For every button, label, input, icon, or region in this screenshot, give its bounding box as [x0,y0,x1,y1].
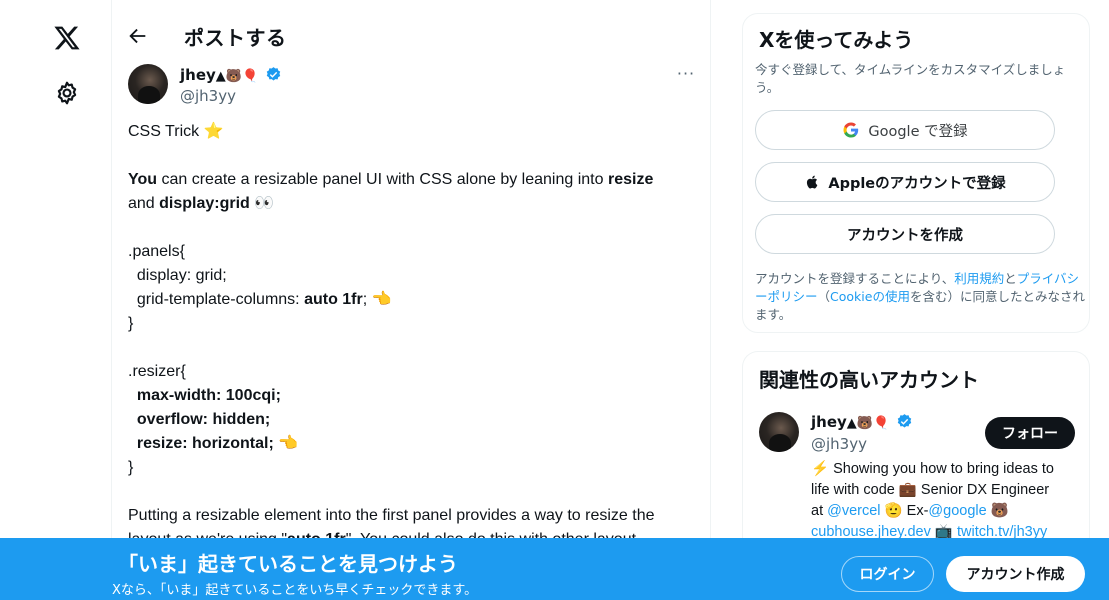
post-text-segment: ; 👈 [362,291,392,308]
post-text-segment: overflow: hidden; [128,411,271,428]
author-name-text: jhey [180,66,216,84]
post-text-segment: can create a resizable panel UI with CSS… [157,171,608,188]
post-text-segment: CSS Trick ⭐ [128,123,224,140]
more-options-icon[interactable]: ··· [675,64,697,86]
post-line: } [128,456,698,480]
x-logo-icon[interactable] [53,24,81,52]
post-text: CSS Trick ⭐ You can create a resizable pa… [128,120,698,552]
post-text-segment: Putting a resizable element into the fir… [128,507,655,524]
post-line: CSS Trick ⭐ [128,120,698,144]
recommend-card-title: 関連性の高いアカウント [759,368,979,392]
gear-icon[interactable] [54,80,80,106]
page-title: ポストする [184,26,287,50]
signup-card: Xを使ってみよう 今すぐ登録して、タイムラインをカスタマイズしましょう。 Goo… [742,13,1090,333]
signup-button[interactable]: アカウント作成 [946,556,1085,592]
post-text-segment: display:grid [159,195,250,212]
bio-ex: 🫡 Ex- [880,503,929,519]
create-account-button[interactable]: アカウントを作成 [755,214,1055,254]
vercel-link[interactable]: @vercel [827,503,880,519]
signup-card-title: Xを使ってみよう [759,28,914,52]
apple-signup-label: Appleのアカウントで登録 [828,175,1006,192]
back-arrow-icon[interactable] [127,25,149,47]
post-gap [128,144,698,168]
post-line: overflow: hidden; [128,408,698,432]
post-text-segment: You [128,171,158,188]
avatar[interactable] [128,64,168,104]
post-gap [128,336,698,360]
post-line: You can create a resizable panel UI with… [128,168,698,192]
apple-icon [807,175,818,189]
recommend-bio: ⚡ Showing you how to bring ideas to life… [811,459,1081,543]
post-text-segment: 👈 [273,435,299,452]
apple-signup-button[interactable]: Appleのアカウントで登録 [755,162,1055,202]
post-line: grid-template-columns: auto 1fr; 👈 [128,288,698,312]
post-line: Putting a resizable element into the fir… [128,504,698,528]
post-line: .panels{ [128,240,698,264]
google-signup-button[interactable]: Google で登録 [755,110,1055,150]
login-button[interactable]: ログイン [841,556,934,592]
bio-at: at [811,503,828,519]
post-line: max-width: 100cqi; [128,384,698,408]
recommend-handle[interactable]: @jh3yy [811,435,867,453]
create-account-label: アカウントを作成 [847,227,963,244]
post-text-segment: } [128,459,134,476]
post-text-segment: .resizer{ [128,363,186,380]
google-link[interactable]: @google [928,503,986,519]
signup-card-subtitle: 今すぐ登録して、タイムラインをカスタマイズしましょう。 [755,62,1066,95]
left-nav [0,0,112,600]
post-text-segment: grid-template-columns: [128,291,305,308]
post-line: resize: horizontal; 👈 [128,432,698,456]
google-signup-label: Google で登録 [868,123,968,140]
verified-badge-icon [898,414,912,428]
post-text-segment: and [128,195,160,212]
post-text-segment: resize: horizontal; [128,435,274,452]
google-icon [843,122,859,138]
terms-notice: アカウントを登録することにより、利用規約とプライバシーポリシー（Cookieの使… [755,270,1085,324]
recommend-name-emojis: ▲🐻🎈 [846,416,890,431]
bio-line: ⚡ Showing you how to bring ideas to [811,461,1054,477]
follow-button[interactable]: フォロー [985,417,1075,449]
terms-link[interactable]: 利用規約 [954,271,1004,286]
post-text-segment: .panels{ [128,243,185,260]
post-line: } [128,312,698,336]
bio-line: at @vercel 🫡 Ex-@google 🐻 [811,501,1081,522]
bottom-signup-bar: 「いま」起きていることを見つけよう Xなら、「いま」起きていることをいち早くチェ… [0,538,1109,600]
author-name[interactable]: jhey▲🐻🎈 [180,66,282,84]
post-line: .resizer{ [128,360,698,384]
terms-and: と [1004,271,1017,286]
post-text-segment: auto 1fr [304,291,363,308]
verified-badge-icon [267,67,281,81]
recommend-name[interactable]: jhey▲🐻🎈 [811,413,913,431]
post-text-segment: max-width: 100cqi; [128,387,281,404]
post-gap [128,216,698,240]
post-text-segment: } [128,315,134,332]
post-text-segment: 👀 [249,195,275,212]
author-handle[interactable]: @jh3yy [180,87,236,105]
avatar[interactable] [759,412,799,452]
post-text-segment: display: grid; [128,267,227,284]
main-column: ポストする jhey▲🐻🎈 @jh3yy ··· CSS Trick ⭐ You … [111,0,711,600]
page-header: ポストする [112,0,710,60]
post-line: and display:grid 👀 [128,192,698,216]
post-line: display: grid; [128,264,698,288]
cookie-link[interactable]: Cookieの使用 [830,289,910,304]
bottom-bar-title: 「いま」起きていることを見つけよう [118,552,458,576]
bio-bear: 🐻 [986,503,1009,519]
post-gap [128,480,698,504]
author-emojis: ▲🐻🎈 [215,69,259,84]
terms-mid: （ [817,289,831,304]
bio-line: life with code 💼 Senior DX Engineer [811,482,1050,498]
terms-pre: アカウントを登録することにより、 [755,271,955,286]
recommend-name-text: jhey [811,413,847,431]
post-text-segment: resize [607,171,654,188]
bottom-bar-subtitle: Xなら、「いま」起きていることをいち早くチェックできます。 [112,583,478,598]
